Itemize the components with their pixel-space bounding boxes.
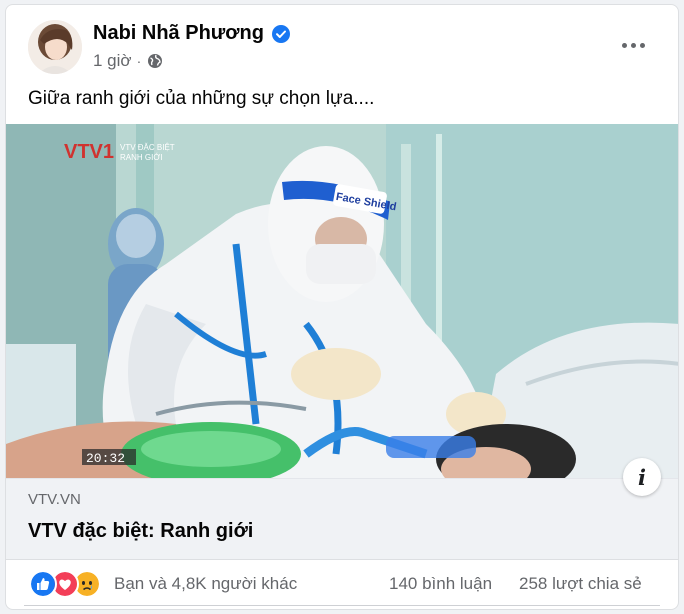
- more-dot-icon: [621, 42, 627, 48]
- hospital-scene-image: Face Shield VTV1 VTV ĐẶC BIỆT RANH GIỚI …: [6, 124, 678, 478]
- more-options-button[interactable]: [613, 31, 653, 59]
- post-card: Nabi Nhã Phương 1 giờ · Giữa ranh giới c…: [5, 4, 679, 610]
- link-title: VTV đặc biệt: Ranh giới: [28, 520, 254, 542]
- post-time[interactable]: 1 giờ: [93, 51, 132, 71]
- program-tag-line1: VTV ĐẶC BIỆT: [120, 143, 175, 152]
- meta-separator: ·: [136, 53, 142, 69]
- globe-icon[interactable]: [147, 53, 163, 69]
- comment-count[interactable]: 140 bình luận: [389, 574, 492, 594]
- post-meta: 1 giờ ·: [93, 51, 163, 71]
- program-tag-line2: RANH GIỚI: [120, 153, 162, 162]
- post-caption: Giữa ranh giới của những sự chọn lựa....: [28, 88, 375, 109]
- author-name[interactable]: Nabi Nhã Phương: [93, 22, 264, 45]
- verified-badge-icon: [271, 24, 290, 43]
- link-domain: VTV.VN: [28, 491, 81, 508]
- reaction-summary[interactable]: Bạn và 4,8K người khác: [114, 574, 297, 594]
- author-avatar[interactable]: [28, 20, 82, 74]
- reaction-icons[interactable]: [29, 570, 109, 598]
- like-icon: [29, 570, 57, 598]
- post-header: Nabi Nhã Phương 1 giờ ·: [6, 5, 678, 79]
- divider: [24, 605, 660, 606]
- link-preview-image[interactable]: Face Shield VTV1 VTV ĐẶC BIỆT RANH GIỚI …: [6, 124, 678, 478]
- link-preview[interactable]: VTV.VN VTV đặc biệt: Ranh giới: [6, 478, 678, 560]
- more-dot-icon: [630, 42, 636, 48]
- author-name-row: Nabi Nhã Phương: [93, 22, 290, 45]
- channel-logo: VTV1: [64, 141, 114, 163]
- share-count[interactable]: 258 lượt chia sẻ: [519, 574, 642, 594]
- engagement-bar: Bạn và 4,8K người khác 140 bình luận 258…: [6, 565, 678, 605]
- more-dot-icon: [639, 42, 645, 48]
- video-timestamp: 20:32: [86, 451, 125, 466]
- info-button[interactable]: i: [623, 458, 661, 496]
